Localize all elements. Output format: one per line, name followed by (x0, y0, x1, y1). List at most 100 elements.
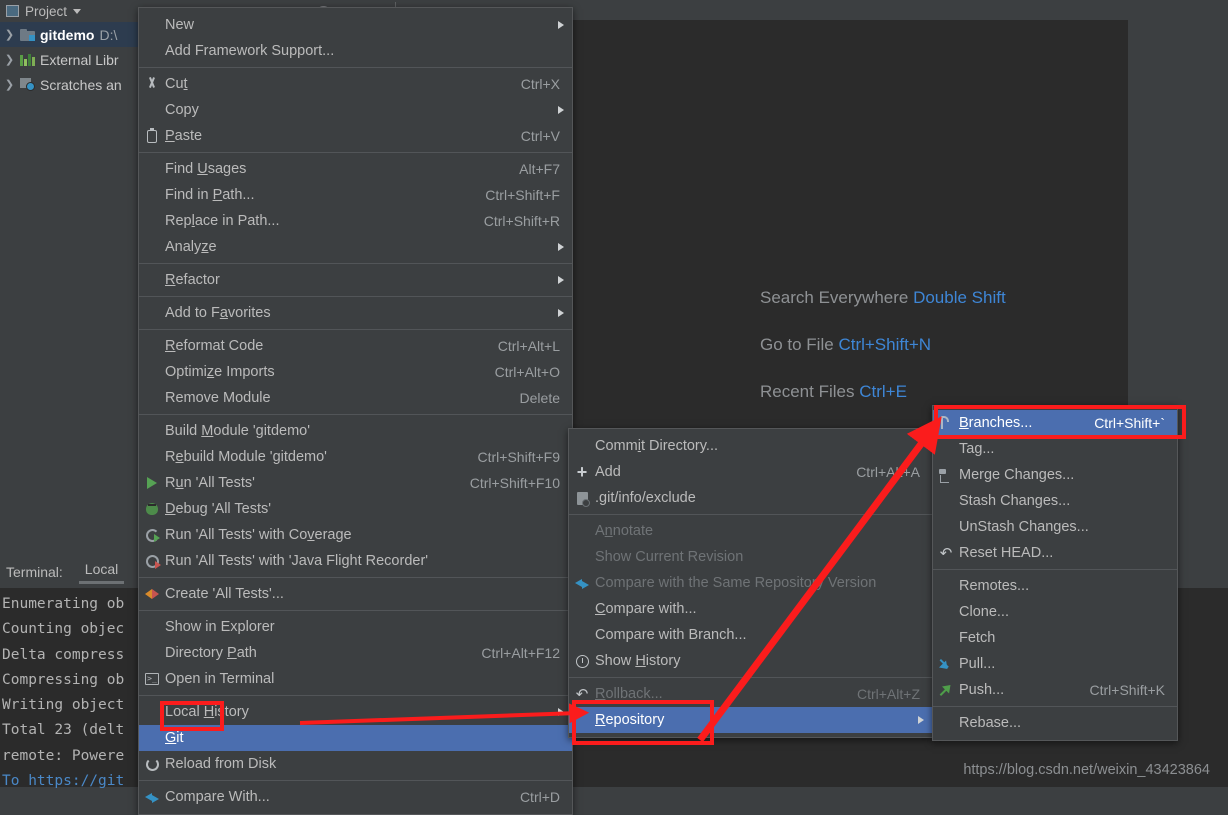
menu-item-tag[interactable]: Tag... (933, 436, 1177, 462)
hint-row: Search Everywhere Double Shift (760, 288, 1006, 308)
menu-item-create-all-tests[interactable]: Create 'All Tests'... (139, 581, 572, 607)
repository-submenu[interactable]: Branches... Ctrl+Shift+` Tag... Merge Chang… (932, 405, 1178, 741)
project-panel-header[interactable]: Project (0, 0, 145, 22)
menu-item-find-in-path[interactable]: Find in Path... Ctrl+Shift+F (139, 182, 572, 208)
menu-item-label: Stash Changes... (959, 493, 1071, 509)
compare-icon (569, 577, 595, 589)
menu-item-branches[interactable]: Branches... Ctrl+Shift+` (933, 410, 1177, 436)
menu-item-remove-module[interactable]: Remove Module Delete (139, 385, 572, 411)
hint-key: Double Shift (913, 288, 1006, 307)
terminal-tab-local[interactable]: Local (78, 561, 125, 584)
sidebar-item-label: External Libr (40, 51, 119, 68)
undo-icon: ↶ (939, 544, 953, 562)
hint-label: Search Everywhere (760, 288, 909, 307)
menu-item-reload-from-disk[interactable]: Reload from Disk (139, 751, 572, 777)
menu-item-cut[interactable]: Cut Ctrl+X (139, 71, 572, 97)
sidebar-item-gitdemo[interactable]: ❯ gitdemo D:\ (0, 22, 145, 47)
menu-item-git-info-exclude[interactable]: .git/info/exclude (569, 485, 932, 511)
menu-item-new[interactable]: New (139, 12, 572, 38)
menu-separator (933, 569, 1177, 570)
menu-item-fetch[interactable]: Fetch (933, 625, 1177, 651)
menu-item-label: Push... (959, 682, 1005, 698)
pull-icon (933, 658, 959, 671)
menu-item-open-in-terminal[interactable]: >_ Open in Terminal (139, 666, 572, 692)
menu-item-add[interactable]: + Add Ctrl+Alt+A (569, 459, 932, 485)
expand-arrow-icon[interactable]: ❯ (4, 53, 15, 66)
menu-item-label: Add Framework Support... (165, 43, 335, 59)
menu-item-reset-head[interactable]: ↶ Reset HEAD... (933, 540, 1177, 566)
menu-item-label: Optimize Imports (165, 364, 275, 380)
menu-item-compare-with-the-same-repository-version[interactable]: Compare with the Same Repository Version (569, 570, 932, 596)
menu-item-rollback[interactable]: ↶ Rollback... Ctrl+Alt+Z (569, 681, 932, 707)
menu-item-label: Remotes... (959, 578, 1030, 594)
menu-item-shortcut: Ctrl+Shift+F10 (469, 475, 560, 491)
menu-item-paste[interactable]: Paste Ctrl+V (139, 123, 572, 149)
menu-item-merge-changes[interactable]: Merge Changes... (933, 462, 1177, 488)
watermark-text: https://blog.csdn.net/weixin_43423864 (963, 762, 1210, 778)
menu-item-copy[interactable]: Copy (139, 97, 572, 123)
menu-item-commit-directory[interactable]: Commit Directory... (569, 433, 932, 459)
menu-item-clone[interactable]: Clone... (933, 599, 1177, 625)
menu-item-local-history[interactable]: Local History (139, 699, 572, 725)
menu-item-remotes[interactable]: Remotes... (933, 573, 1177, 599)
menu-item-label: Clone... (959, 604, 1009, 620)
terminal-icon: >_ (139, 673, 165, 685)
submenu-arrow-icon (558, 276, 564, 284)
menu-item-label: Compare With... (165, 789, 270, 805)
menu-item-build-module-gitdemo[interactable]: Build Module 'gitdemo' (139, 418, 572, 444)
menu-item-label: Rebase... (959, 715, 1022, 731)
menu-item-label: Reset HEAD... (959, 545, 1054, 561)
menu-item-show-history[interactable]: Show History (569, 648, 932, 674)
menu-item-shortcut: Ctrl+V (520, 128, 560, 144)
expand-arrow-icon[interactable]: ❯ (4, 28, 15, 41)
menu-item-compare-with[interactable]: Compare with... (569, 596, 932, 622)
menu-item-annotate[interactable]: Annotate (569, 518, 932, 544)
menu-item-refactor[interactable]: Refactor (139, 267, 572, 293)
menu-item-repository[interactable]: Repository (569, 707, 932, 733)
menu-item-reformat-code[interactable]: Reformat Code Ctrl+Alt+L (139, 333, 572, 359)
menu-item-run-all-tests[interactable]: Run 'All Tests' Ctrl+Shift+F10 (139, 470, 572, 496)
menu-item-find-usages[interactable]: Find Usages Alt+F7 (139, 156, 572, 182)
menu-item-stash-changes[interactable]: Stash Changes... (933, 488, 1177, 514)
menu-item-directory-path[interactable]: Directory Path Ctrl+Alt+F12 (139, 640, 572, 666)
menu-item-push[interactable]: Push... Ctrl+Shift+K (933, 677, 1177, 703)
project-icon (6, 5, 19, 17)
menu-separator (569, 677, 932, 678)
menu-item-debug-all-tests[interactable]: Debug 'All Tests' (139, 496, 572, 522)
sidebar-item-label: Scratches an (40, 76, 122, 93)
menu-item-add-framework-support[interactable]: Add Framework Support... (139, 38, 572, 64)
menu-item-shortcut: Ctrl+Alt+F12 (481, 645, 560, 661)
git-submenu[interactable]: Commit Directory... + Add Ctrl+Alt+A .git/in… (568, 428, 933, 738)
hint-label: Go to File (760, 335, 834, 354)
menu-item-shortcut: Ctrl+Shift+F (485, 187, 560, 203)
menu-item-compare-with[interactable]: Compare With... Ctrl+D (139, 784, 572, 810)
menu-item-label: Rebuild Module 'gitdemo' (165, 449, 327, 465)
expand-arrow-icon[interactable]: ❯ (4, 78, 15, 91)
menu-item-add-to-favorites[interactable]: Add to Favorites (139, 300, 572, 326)
undo-icon: ↶ (575, 685, 589, 703)
menu-item-compare-with-branch[interactable]: Compare with Branch... (569, 622, 932, 648)
chevron-down-icon[interactable] (73, 8, 82, 14)
hint-key: Ctrl+Shift+N (838, 335, 932, 354)
menu-item-shortcut: Delete (519, 390, 560, 406)
project-context-menu[interactable]: New Add Framework Support... Cut Ctrl+X Copy… (138, 7, 573, 815)
menu-item-run-all-tests-with-java-flight-recorder[interactable]: Run 'All Tests' with 'Java Flight Record… (139, 548, 572, 574)
menu-item-replace-in-path[interactable]: Replace in Path... Ctrl+Shift+R (139, 208, 572, 234)
menu-item-optimize-imports[interactable]: Optimize Imports Ctrl+Alt+O (139, 359, 572, 385)
sidebar-item-scratches[interactable]: ❯ Scratches an (0, 72, 145, 97)
menu-item-unstash-changes[interactable]: UnStash Changes... (933, 514, 1177, 540)
sidebar-item-external-libraries[interactable]: ❯ External Libr (0, 47, 145, 72)
menu-item-analyze[interactable]: Analyze (139, 234, 572, 260)
menu-item-rebase[interactable]: Rebase... (933, 710, 1177, 736)
menu-item-show-current-revision[interactable]: Show Current Revision (569, 544, 932, 570)
menu-item-label: .git/info/exclude (595, 490, 696, 506)
menu-item-pull[interactable]: Pull... (933, 651, 1177, 677)
menu-item-git[interactable]: Git (139, 725, 572, 751)
menu-item-rebuild-module-gitdemo[interactable]: Rebuild Module 'gitdemo' Ctrl+Shift+F9 (139, 444, 572, 470)
menu-item-shortcut: Ctrl+Alt+A (856, 464, 920, 480)
menu-item-show-in-explorer[interactable]: Show in Explorer (139, 614, 572, 640)
menu-item-run-all-tests-with-coverage[interactable]: Run 'All Tests' with Coverage (139, 522, 572, 548)
plus-icon: + (576, 462, 588, 482)
menu-item-label: Run 'All Tests' with Coverage (165, 527, 352, 543)
menu-item-label: Rollback... (595, 686, 663, 702)
